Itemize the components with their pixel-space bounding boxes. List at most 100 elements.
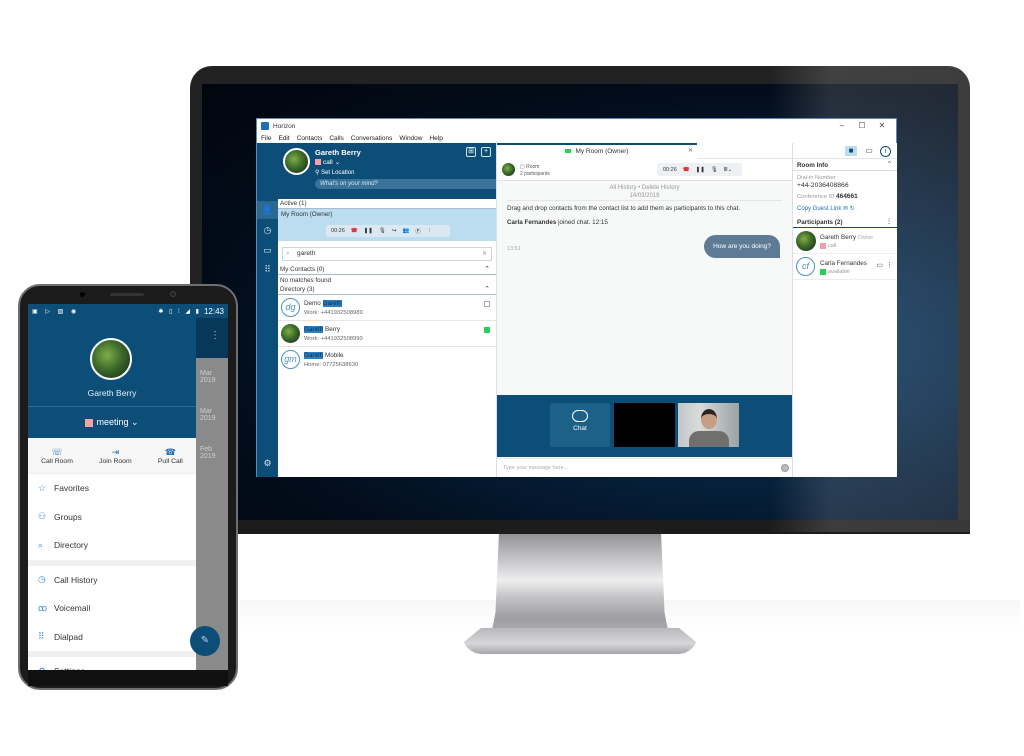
dtmf-icon[interactable]: Ⅲ⌄ — [724, 167, 732, 173]
menu-calls[interactable]: Calls — [329, 135, 343, 142]
park-icon[interactable]: Ⓟ — [415, 227, 421, 235]
clock: 12:43 — [203, 306, 224, 316]
menu-help[interactable]: Help — [429, 135, 442, 142]
menu-dialpad[interactable]: ⠿ Dialpad — [28, 623, 196, 652]
no-matches-text: No matches found — [280, 277, 332, 284]
join-room-button[interactable]: ⇥ Join Room — [99, 447, 132, 465]
directory-row[interactable]: Gareth Berry Work: +441932508990 — [278, 321, 496, 347]
more-icon[interactable]: ⋮ — [886, 218, 892, 225]
close-tab-icon[interactable]: ✕ — [688, 145, 693, 158]
dialpad-icon[interactable]: ⠿ — [257, 260, 278, 278]
pull-call-button[interactable]: ☎ Pull Call — [158, 447, 183, 465]
participant-name: Carla Fernandes — [820, 260, 867, 267]
emoji-icon[interactable] — [781, 464, 789, 472]
participant-status: call — [820, 243, 836, 249]
groups-icon: ⚇ — [38, 511, 47, 522]
email-icon[interactable]: ✉ — [843, 206, 848, 212]
navigation-drawer: Gareth Berry meeting ⌄ ☏ Call Room ⇥ Join … — [28, 318, 196, 670]
menu-label: Call History — [54, 574, 98, 585]
room-info-header[interactable]: Room Info ⌃ — [793, 159, 897, 171]
call-history-icon[interactable]: ◷ — [257, 221, 278, 239]
participants-count: 2 participants — [520, 171, 550, 177]
nav-rail: 👤 ◷ ▭ ⠿ ⚙ — [257, 143, 278, 477]
contacts-icon[interactable]: 👤 — [257, 201, 278, 219]
menu-directory[interactable]: ⌕ Directory — [28, 531, 196, 560]
conference-icon[interactable]: 👥 — [402, 228, 409, 234]
participant-row[interactable]: cf Carla Fernandes available ▭ ⋮ — [793, 254, 897, 280]
menu-contacts[interactable]: Contacts — [297, 135, 323, 142]
clear-search-icon[interactable]: ✕ — [482, 248, 487, 260]
dialpad-icon: ⠿ — [38, 631, 45, 642]
date-separator: 14/03/2019 — [507, 193, 782, 201]
menu-groups[interactable]: ⚇ Groups — [28, 503, 196, 532]
menu-file[interactable]: File — [261, 135, 271, 142]
set-location-link[interactable]: ⚲ Set Location — [315, 169, 354, 176]
menu-voicemail[interactable]: ꝏ Voicemail — [28, 594, 196, 623]
star-icon: ☆ — [38, 482, 47, 493]
menu-window[interactable]: Window — [399, 135, 422, 142]
video-icon[interactable]: ■ — [845, 146, 857, 156]
pause-icon[interactable]: ❚❚ — [696, 167, 705, 173]
more-icon[interactable]: ⋮ — [427, 228, 433, 234]
call-room-icon: ☏ — [51, 446, 63, 457]
search-input[interactable]: ⌕ gareth ✕ — [282, 247, 492, 261]
menu-label: Voicemail — [54, 603, 91, 614]
screen-share-icon[interactable]: ▭ — [863, 146, 875, 156]
hangup-icon[interactable]: ☎ — [683, 167, 690, 173]
directory-row[interactable]: gm Gareth Mobile Home: 07725638630 — [278, 347, 496, 373]
transfer-icon[interactable]: ↪ — [392, 228, 397, 234]
more-icon[interactable]: ⋮ — [886, 261, 893, 269]
search-highlight: Gareth — [322, 300, 342, 307]
drawer-header: Gareth Berry — [28, 318, 196, 406]
video-strip: Chat — [497, 395, 793, 457]
tab-my-room[interactable]: My Room (Owner) ✕ — [497, 143, 697, 159]
menu-edit[interactable]: Edit — [278, 135, 289, 142]
close-button[interactable]: ✕ — [872, 121, 892, 130]
active-room-item[interactable]: My Room (Owner) 00:26 ☎ ❚❚ 🎙 ↪ 👥 Ⓟ ⋮ — [278, 209, 496, 241]
message-input[interactable]: Type your message here... — [497, 458, 793, 477]
menu-conversations[interactable]: Conversations — [351, 135, 393, 142]
refresh-icon[interactable]: ↻ — [850, 206, 855, 212]
participant-initials: cf — [796, 257, 815, 276]
list-date: Mar 2019 — [200, 370, 216, 384]
call-timer: 00:26 — [331, 228, 345, 234]
chat-icon[interactable]: ▭ — [876, 261, 883, 269]
phone-screen: ▣ ▷ ▨ ◉ ✱ ▯ ⁞ ◢ ▮ 12:43 ⋮ Mar 2019 Mar 2… — [28, 304, 228, 670]
settings-icon[interactable]: ⚙ — [257, 454, 278, 472]
participant-row[interactable]: Gareth Berry Owner call — [793, 228, 897, 254]
directory-header[interactable]: Directory (3) ⌃ — [278, 285, 496, 295]
status-label: call — [323, 158, 333, 166]
mic-icon[interactable]: 🎙 — [379, 228, 386, 234]
compose-fab[interactable]: ✎ — [190, 626, 220, 656]
contacts-book-icon[interactable]: ⊞ — [466, 147, 476, 157]
info-icon[interactable]: i — [880, 146, 891, 157]
tab-label: My Room (Owner) — [575, 148, 629, 155]
history-links[interactable]: All History • Delete History — [497, 185, 792, 191]
menu-call-history[interactable]: ◷ Call History — [28, 566, 196, 595]
user-avatar[interactable] — [90, 338, 132, 380]
mic-icon[interactable]: 🎙 — [711, 167, 718, 173]
participant-role: Owner — [857, 235, 874, 241]
voicemail-icon: ꝏ — [38, 602, 48, 613]
hangup-icon[interactable]: ☎ — [351, 228, 358, 234]
my-contacts-header[interactable]: My Contacts (0) ⌃ — [278, 265, 496, 275]
call-room-button[interactable]: ☏ Call Room — [41, 447, 73, 465]
maximize-button[interactable]: ☐ — [852, 121, 872, 130]
directory-row[interactable]: dg Demo Gareth Work: +441932508989 — [278, 295, 496, 321]
conference-id: 464661 — [836, 193, 858, 200]
status-selector[interactable]: call ⌄ — [315, 158, 340, 166]
profile-avatar[interactable] — [283, 148, 310, 175]
pause-icon[interactable]: ❚❚ — [364, 228, 373, 234]
menu-favorites[interactable]: ☆ Favorites — [28, 474, 196, 503]
add-icon[interactable]: + — [481, 147, 491, 157]
copy-guest-link[interactable]: Copy Guest Link ✉ ↻ — [793, 200, 897, 212]
chevron-up-icon: ⌃ — [484, 286, 490, 293]
mind-input[interactable]: What's on your mind? — [315, 179, 511, 189]
chat-icon[interactable]: ▭ — [257, 241, 278, 259]
participants-header[interactable]: Participants (2) ⋮ — [793, 216, 897, 228]
menu-settings[interactable]: ⚙Settings — [28, 657, 196, 670]
menu-bar: File Edit Contacts Calls Conversations W… — [257, 133, 896, 143]
status-selector[interactable]: meeting ⌄ — [28, 406, 196, 438]
chat-tile-button[interactable]: Chat — [550, 403, 610, 447]
minimize-button[interactable]: – — [832, 121, 852, 130]
